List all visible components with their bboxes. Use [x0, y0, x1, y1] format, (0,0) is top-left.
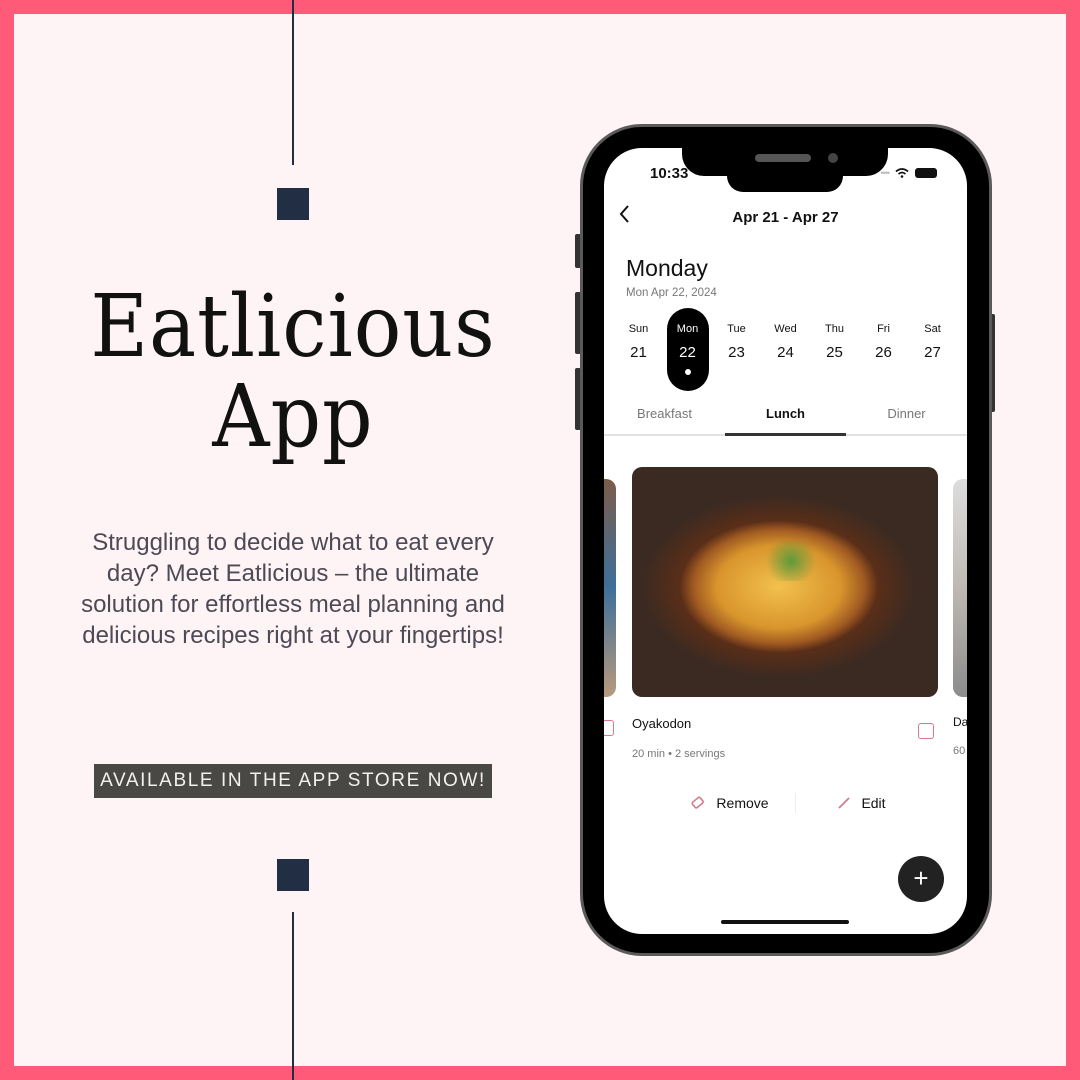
day-wed[interactable]: Wed 24	[761, 308, 810, 392]
week-range-title: Apr 21 - Apr 27	[732, 209, 839, 226]
status-time: 10:33	[650, 165, 689, 182]
previous-meal-checkbox[interactable]	[604, 720, 614, 736]
next-meal-image[interactable]	[953, 479, 967, 697]
day-thu[interactable]: Thu 25	[810, 308, 859, 392]
meal-name: Oyakodon	[632, 716, 692, 731]
plus-icon: +	[913, 863, 929, 893]
remove-button[interactable]: Remove	[604, 795, 795, 811]
title-line-2: App	[212, 367, 374, 467]
signal-icon: ••••	[880, 168, 890, 178]
front-camera	[828, 153, 838, 163]
status-icons: ••••	[880, 168, 937, 178]
tab-breakfast[interactable]: Breakfast	[604, 400, 725, 434]
app-store-badge: AVAILABLE IN THE APP STORE NOW!	[94, 764, 492, 798]
next-meal-name: Da	[953, 715, 967, 729]
wifi-icon	[895, 168, 909, 178]
phone-screen: 10:33 •••• Apr 21 - Apr 27 Monday Mon Ap…	[604, 148, 967, 934]
tab-lunch[interactable]: Lunch	[725, 400, 846, 436]
selected-day-date: Mon Apr 22, 2024	[626, 287, 717, 299]
day-sun[interactable]: Sun 21	[614, 308, 663, 392]
edit-button[interactable]: Edit	[796, 795, 967, 811]
selected-day-title: Monday	[626, 255, 708, 281]
decorative-square-top	[277, 188, 309, 220]
next-meal-meta: 60	[953, 745, 966, 757]
title-line-1: Eatlicious	[90, 277, 496, 377]
pencil-icon	[838, 797, 851, 809]
eraser-icon	[691, 796, 705, 809]
meal-image[interactable]	[632, 467, 938, 697]
poster-title: Eatlicious App	[79, 282, 508, 462]
previous-meal-image[interactable]	[604, 479, 616, 697]
tab-dinner[interactable]: Dinner	[846, 400, 967, 434]
battery-icon	[915, 168, 937, 178]
has-meal-dot	[684, 369, 691, 375]
meal-tabs: Breakfast Lunch Dinner	[604, 400, 967, 436]
decorative-line-bottom	[292, 912, 294, 1080]
meal-meta: 20 min • 2 servings	[632, 748, 726, 760]
add-meal-button[interactable]: +	[898, 856, 944, 902]
speaker-grille	[755, 154, 811, 162]
day-mon[interactable]: Mon 22	[663, 308, 712, 392]
home-indicator	[721, 920, 849, 924]
phone-notch-lower	[727, 170, 843, 192]
meal-actions: Remove Edit	[604, 788, 967, 818]
day-fri[interactable]: Fri 26	[859, 308, 908, 392]
meal-checkbox[interactable]	[918, 723, 934, 739]
day-sat[interactable]: Sat 27	[908, 308, 957, 392]
decorative-square-bottom	[277, 859, 309, 891]
poster-description: Struggling to decide what to eat every d…	[81, 529, 505, 649]
decorative-line-top	[292, 0, 294, 165]
day-tue[interactable]: Tue 23	[712, 308, 761, 392]
week-day-selector: Sun 21 Mon 22 Tue 23 Wed 24 Thu 25 Fri 26 Sat 2…	[614, 308, 957, 392]
